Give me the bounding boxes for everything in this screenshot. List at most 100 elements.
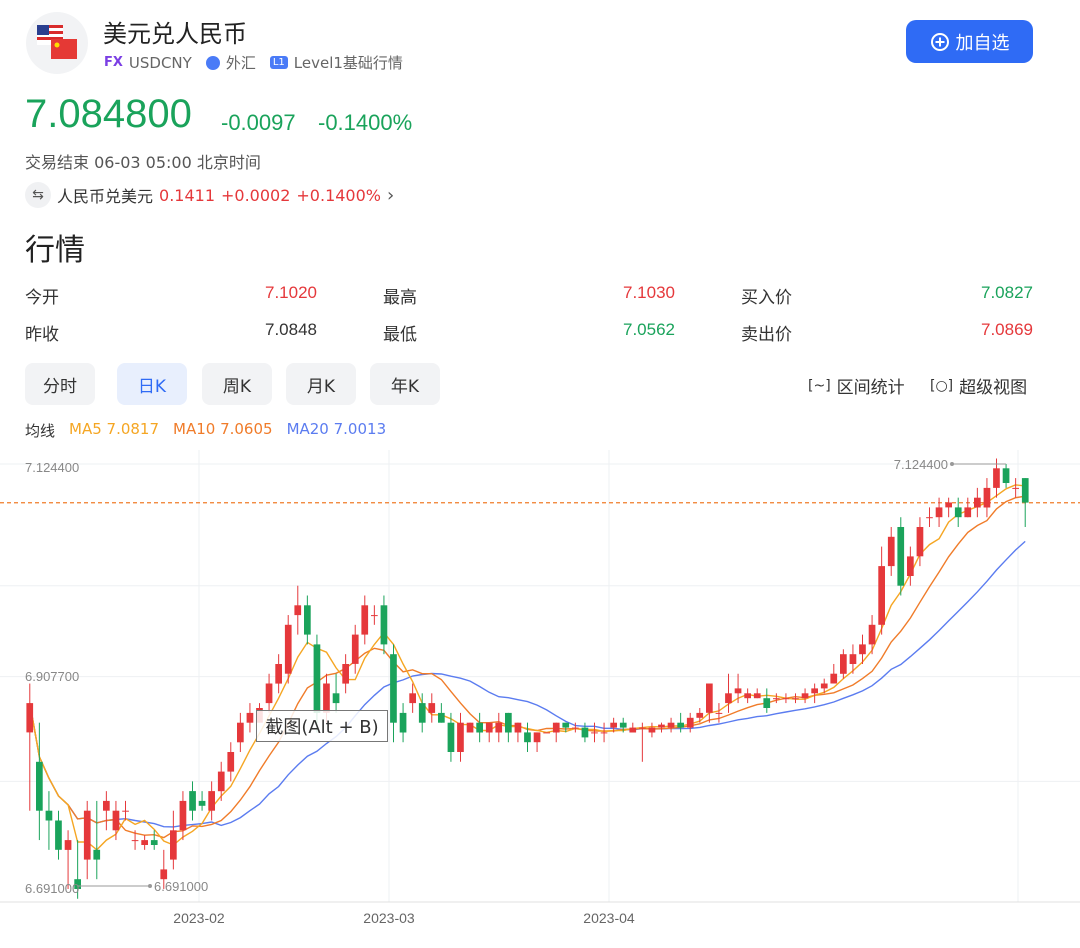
candle-body [208, 791, 215, 811]
candle-body [753, 693, 761, 699]
max-annotation-label: 7.124400 [894, 457, 948, 472]
globe-icon [205, 55, 220, 70]
reverse-pair-link[interactable]: ⇆ 人民币兑美元 0.1411 +0.0002 +0.1400% › [25, 182, 394, 208]
add-watchlist-button[interactable]: 加自选 [906, 20, 1033, 63]
candle-body [428, 703, 436, 713]
candle-body [706, 683, 713, 713]
candle-body [1012, 487, 1019, 489]
candle-body [600, 732, 608, 734]
candle-body [840, 654, 847, 674]
tab-weekly-k[interactable]: 周K [202, 363, 272, 405]
candle-body [782, 698, 790, 700]
candle-body [581, 727, 589, 738]
page-title: 美元兑人民币 [103, 20, 247, 48]
candle-body [371, 615, 378, 617]
candle-body [476, 722, 483, 733]
candle-body [945, 502, 952, 508]
candle-body [1021, 478, 1029, 503]
screenshot-tooltip: 截图(Alt + B) [256, 710, 388, 742]
candle-body [227, 752, 235, 772]
candle-body [887, 536, 895, 567]
range-stats-button[interactable]: [~] 区间统计 [808, 373, 905, 399]
candle-body [533, 732, 541, 743]
candle-body [667, 722, 675, 728]
open-label: 今开 [25, 288, 59, 308]
price-change-pct: -0.1400% [318, 110, 413, 135]
x-tick-label: 2023-02 [173, 910, 225, 926]
candle-body [820, 683, 828, 689]
candle-body [964, 507, 972, 518]
candle-body [954, 507, 962, 518]
candle-body [45, 810, 53, 821]
candle-body [591, 732, 598, 734]
candle-body [696, 712, 704, 718]
candle-body [103, 800, 110, 811]
category-label: 外汇 [225, 54, 256, 72]
prev-close-value: 7.0848 [265, 320, 317, 339]
candle-body [859, 644, 866, 655]
candle-body [830, 673, 838, 684]
tab-intraday[interactable]: 分时 [25, 363, 95, 405]
candle-body [543, 732, 550, 734]
candle-body [974, 497, 981, 508]
candle-body [677, 722, 684, 728]
candle-body [629, 727, 637, 733]
candle-body [983, 487, 991, 508]
candle-body [390, 654, 397, 723]
candle-body [897, 527, 905, 586]
candle-body [26, 703, 34, 733]
candle-body [811, 688, 818, 694]
candle-body [438, 712, 445, 723]
candle-body [294, 605, 302, 616]
ma20-legend: MA20 7.0013 [286, 420, 387, 438]
super-view-button[interactable]: [○] 超级视图 [930, 373, 1027, 399]
symbol-code: USDCNY [128, 53, 192, 72]
candle-body [170, 830, 177, 860]
candle-body [131, 840, 139, 842]
low-label: 最低 [383, 325, 417, 345]
candle-body [610, 722, 617, 728]
x-tick-label: 2023-03 [363, 910, 415, 926]
candle-body [495, 722, 503, 733]
candle-body [1002, 468, 1010, 483]
y-tick-label: 7.124400 [25, 460, 79, 475]
chevron-right-icon: › [386, 184, 395, 206]
tab-monthly-k[interactable]: 月K [286, 363, 356, 405]
candle-body [141, 840, 148, 845]
bid-value: 7.0827 [981, 283, 1033, 302]
fx-badge: FX [104, 55, 123, 70]
candle-body [284, 624, 292, 674]
candle-body [935, 507, 943, 518]
candle-body [150, 840, 158, 845]
candle-body [265, 683, 273, 704]
candle-body [246, 712, 254, 723]
candle-body [313, 644, 321, 713]
candle-body [773, 698, 780, 700]
candle-body [466, 722, 474, 733]
candle-body [351, 634, 359, 664]
candle-body [55, 820, 62, 850]
section-title: 行情 [25, 233, 85, 268]
candle-body [763, 698, 771, 708]
candle-body [64, 840, 72, 850]
ma5-legend: MA5 7.0817 [69, 420, 160, 438]
candle-body [447, 722, 455, 752]
reverse-pair-label: 人民币兑美元 [57, 187, 154, 206]
candle-body [237, 722, 244, 743]
candle-body [332, 693, 340, 704]
candle-body [524, 732, 531, 743]
candle-body [849, 654, 857, 664]
candle-body [639, 727, 646, 729]
swap-icon: ⇆ [25, 182, 51, 208]
tab-yearly-k[interactable]: 年K [370, 363, 440, 405]
high-label: 最高 [383, 288, 417, 308]
reverse-change-pct: +0.1400% [296, 185, 381, 205]
candle-body [457, 722, 464, 752]
kline-chart[interactable]: 7.124400 6.907700 6.691000 2023-02 2023-03 20… [0, 440, 1080, 948]
candle-body [734, 688, 742, 694]
candle-body [399, 712, 407, 733]
candle-body [744, 693, 751, 699]
low-value: 7.0562 [623, 320, 675, 339]
tab-daily-k[interactable]: 日K [117, 363, 187, 405]
open-value: 7.1020 [265, 283, 317, 302]
